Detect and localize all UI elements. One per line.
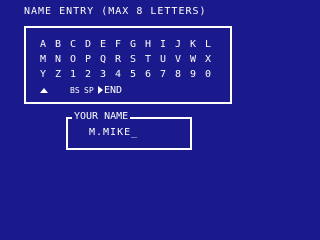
char-key-e[interactable]: E — [100, 39, 115, 51]
char-key-2[interactable]: 2 — [85, 69, 100, 81]
space-key[interactable]: SP — [84, 85, 94, 97]
char-key-i[interactable]: I — [160, 39, 175, 51]
char-key-v[interactable]: V — [175, 54, 190, 66]
char-key-m[interactable]: M — [40, 54, 55, 66]
char-key-a[interactable]: A — [40, 39, 55, 51]
caret-key[interactable] — [40, 85, 48, 97]
char-key-9[interactable]: 9 — [190, 69, 205, 81]
char-key-t[interactable]: T — [145, 54, 160, 66]
caret-icon — [40, 88, 48, 93]
char-key-h[interactable]: H — [145, 39, 160, 51]
char-key-0[interactable]: 0 — [205, 69, 220, 81]
char-key-b[interactable]: B — [55, 39, 70, 51]
char-key-8[interactable]: 8 — [175, 69, 190, 81]
character-grid: A B C D E F G H I J K L M N O P Q R S T … — [24, 26, 232, 104]
char-key-c[interactable]: C — [70, 39, 85, 51]
char-key-4[interactable]: 4 — [115, 69, 130, 81]
grid-row: M N O P Q R S T U V W X — [40, 54, 220, 66]
char-key-x[interactable]: X — [205, 54, 220, 66]
cursor-arrow-icon — [98, 86, 103, 94]
screen-title: NAME ENTRY (MAX 8 LETTERS) — [24, 6, 207, 17]
end-key[interactable]: END — [98, 85, 122, 97]
char-key-1[interactable]: 1 — [70, 69, 85, 81]
grid-row: A B C D E F G H I J K L — [40, 39, 220, 51]
backspace-key[interactable]: BS — [70, 85, 80, 97]
char-key-3[interactable]: 3 — [100, 69, 115, 81]
char-key-p[interactable]: P — [85, 54, 100, 66]
char-key-6[interactable]: 6 — [145, 69, 160, 81]
char-key-o[interactable]: O — [70, 54, 85, 66]
char-key-n[interactable]: N — [55, 54, 70, 66]
char-key-u[interactable]: U — [160, 54, 175, 66]
char-key-f[interactable]: F — [115, 39, 130, 51]
grid-row: Y Z 1 2 3 4 5 6 7 8 9 0 — [40, 69, 220, 81]
char-key-g[interactable]: G — [130, 39, 145, 51]
char-key-5[interactable]: 5 — [130, 69, 145, 81]
char-key-l[interactable]: L — [205, 39, 220, 51]
name-value: M.MIKE_ — [89, 127, 139, 138]
char-key-7[interactable]: 7 — [160, 69, 175, 81]
end-label: END — [104, 85, 123, 96]
name-label: YOUR NAME — [72, 111, 131, 123]
char-key-s[interactable]: S — [130, 54, 145, 66]
char-key-k[interactable]: K — [190, 39, 205, 51]
char-key-j[interactable]: J — [175, 39, 190, 51]
char-key-r[interactable]: R — [115, 54, 130, 66]
char-key-z[interactable]: Z — [55, 69, 70, 81]
char-key-w[interactable]: W — [190, 54, 205, 66]
char-key-d[interactable]: D — [85, 39, 100, 51]
char-key-q[interactable]: Q — [100, 54, 115, 66]
char-key-y[interactable]: Y — [40, 69, 55, 81]
name-entry-screen: NAME ENTRY (MAX 8 LETTERS) A B C D E F G… — [0, 0, 256, 224]
